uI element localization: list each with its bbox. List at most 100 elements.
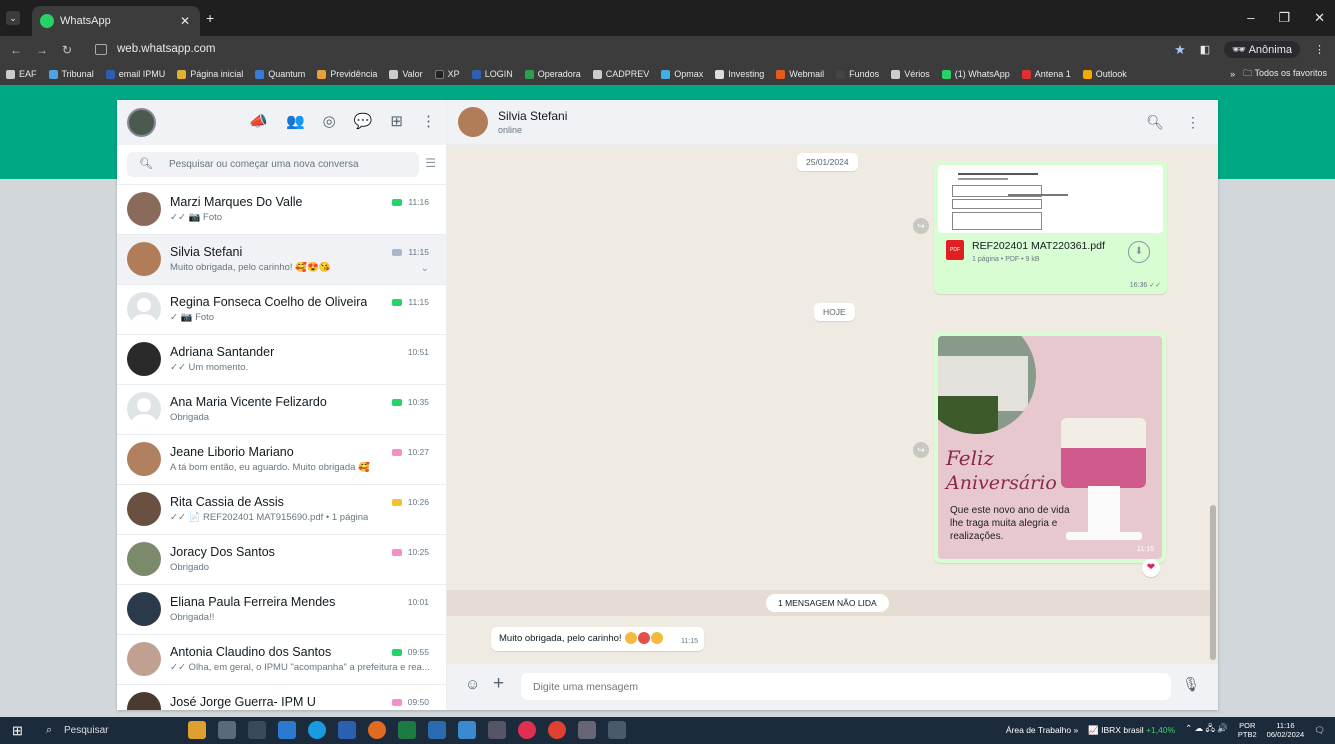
message-input[interactable] <box>521 673 1171 700</box>
forward-icon[interactable]: ↪ <box>913 442 929 458</box>
heart-reaction-icon[interactable]: ❤ <box>1142 559 1160 577</box>
clock[interactable]: 11:16 06/02/2024 <box>1267 721 1305 739</box>
back-icon[interactable]: ← <box>10 43 22 57</box>
conversation-header[interactable]: Silvia Stefani online 🔍︎ ⋮ <box>447 100 1218 145</box>
attach-icon[interactable]: + <box>493 673 504 695</box>
close-window-icon[interactable]: ✕ <box>1314 10 1325 26</box>
bookmark-item[interactable]: Operadora <box>524 69 581 79</box>
bookmark-item[interactable]: Antena 1 <box>1021 69 1071 79</box>
search-icon[interactable]: 🔍︎ <box>139 152 153 177</box>
bookmark-item[interactable]: Webmail <box>776 69 824 79</box>
bookmark-item[interactable]: Opmax <box>661 69 703 79</box>
bookmark-item[interactable]: Página inicial <box>177 69 243 79</box>
bookmark-item[interactable]: (1) WhatsApp <box>941 69 1010 79</box>
bookmark-item[interactable]: CADPREV <box>592 69 649 79</box>
new-chat-icon[interactable]: ⊞ <box>390 112 403 130</box>
app-icon[interactable] <box>278 721 296 739</box>
sidepanel-icon[interactable]: ◧ <box>1200 43 1210 56</box>
label-tag-icon <box>392 199 403 207</box>
bookmark-item[interactable]: Tribunal <box>48 69 94 79</box>
image-message[interactable]: Feliz Aniversário Que este novo ano de v… <box>934 332 1166 563</box>
language-indicator[interactable]: POR PTB2 <box>1238 721 1257 739</box>
filter-icon[interactable]: ☰ <box>425 156 436 170</box>
bookmark-item[interactable]: XP <box>434 69 460 79</box>
status-icon[interactable]: ◎ <box>323 112 336 130</box>
edge-icon[interactable] <box>308 721 326 739</box>
incognito-badge[interactable]: 🕶 Anônima <box>1224 41 1300 58</box>
all-favorites[interactable]: 🗀 Todos os favoritos <box>1243 66 1327 82</box>
new-channel-icon[interactable]: 💬 <box>354 112 373 130</box>
tab-search-icon[interactable]: ⌄ <box>6 11 20 25</box>
bookmark-item[interactable]: Fundos <box>836 69 879 79</box>
chat-list-item[interactable]: Silvia Stefani Muito obrigada, pelo carin… <box>117 235 446 285</box>
communities-icon[interactable]: 👥 <box>286 112 305 130</box>
chat-list-item[interactable]: Rita Cassia de Assis ✓✓ 📄 REF202401 MAT91… <box>117 485 446 535</box>
minimize-icon[interactable]: – <box>1247 10 1254 26</box>
taskbar-search-label: Pesquisar <box>64 725 109 736</box>
app-icon[interactable] <box>518 721 536 739</box>
menu-icon[interactable]: ⋮ <box>1186 114 1200 131</box>
chevron-down-icon[interactable]: ⌄ <box>421 263 429 274</box>
bookmark-item[interactable]: Investing <box>715 69 764 79</box>
scrollbar[interactable] <box>1210 505 1216 660</box>
bookmark-item[interactable]: LOGIN <box>471 69 513 79</box>
close-tab-icon[interactable]: ✕ <box>180 14 190 28</box>
emoji-icon[interactable]: ☺ <box>465 676 480 693</box>
firefox-icon[interactable] <box>368 721 386 739</box>
document-message[interactable]: PDF REF202401 MAT220361.pdf 1 página • P… <box>934 161 1167 294</box>
search-icon[interactable]: 🔍︎ <box>1146 114 1164 131</box>
calculator-icon[interactable] <box>218 721 236 739</box>
tray-icons[interactable]: ⌃ ☁ 🖧 🔊 <box>1185 723 1228 737</box>
bookmark-item[interactable]: EAF <box>6 69 37 79</box>
file-explorer-icon[interactable] <box>188 721 206 739</box>
chat-list-item[interactable]: Marzi Marques Do Valle ✓✓ 📷 Foto 11:16 <box>117 185 446 235</box>
chat-list-item[interactable]: Jeane Liborio Mariano A tá bom então, eu … <box>117 435 446 485</box>
more-bookmarks-icon[interactable]: » <box>1230 69 1235 79</box>
chat-list-item[interactable]: Regina Fonseca Coelho de Oliveira ✓ 📷 Fot… <box>117 285 446 335</box>
bookmark-item[interactable]: email IPMU <box>105 69 165 79</box>
menu-icon[interactable]: ⋮ <box>1314 43 1325 56</box>
stock-widget[interactable]: 📈 IBRX brasil +1,40% <box>1088 725 1175 736</box>
chrome-icon[interactable] <box>548 721 566 739</box>
forward-icon[interactable]: → <box>36 43 48 57</box>
bookmark-item[interactable]: Vérios <box>891 69 930 79</box>
url-field[interactable]: web.whatsapp.com <box>95 39 1165 60</box>
bookmark-star-icon[interactable]: ★ <box>1174 42 1186 58</box>
app-icon[interactable] <box>458 721 476 739</box>
download-button[interactable]: ⬇ <box>1128 241 1150 263</box>
chat-list-item[interactable]: Adriana Santander ✓✓ Um momento. 10:51 <box>117 335 446 385</box>
incoming-message[interactable]: Muito obrigada, pelo carinho! 11:15 <box>491 627 704 651</box>
chat-list-item[interactable]: José Jorge Guerra- IPM U✓✓ Então o melho… <box>117 685 446 710</box>
browser-tab[interactable]: WhatsApp ✕ <box>32 6 200 36</box>
search-input[interactable]: 🔍︎ Pesquisar ou começar uma nova convers… <box>127 152 419 177</box>
contact-avatar[interactable] <box>458 107 488 137</box>
desktop-toolbar[interactable]: Área de Trabalho » <box>1006 725 1078 735</box>
new-tab-button[interactable]: + <box>206 10 214 26</box>
channels-icon[interactable]: 📣 <box>249 112 268 130</box>
chat-list-item[interactable]: Ana Maria Vicente Felizardo Obrigada 10:35 <box>117 385 446 435</box>
taskbar-search[interactable]: ⌕ Pesquisar <box>38 719 188 742</box>
site-info-icon[interactable] <box>95 44 107 55</box>
bookmark-item[interactable]: Quantum <box>255 69 305 79</box>
task-view-icon[interactable] <box>248 721 266 739</box>
chat-list-item[interactable]: Antonia Claudino dos Santos ✓✓ Olha, em g… <box>117 635 446 685</box>
forward-icon[interactable]: ↪ <box>913 218 929 234</box>
chat-list-item[interactable]: Joracy Dos Santos Obrigado 10:25 <box>117 535 446 585</box>
app-icon[interactable] <box>608 721 626 739</box>
app-icon[interactable] <box>428 721 446 739</box>
windows-start-icon[interactable]: ⊞ <box>12 723 23 739</box>
chat-list-item[interactable]: Eliana Paula Ferreira Mendes Obrigada!! 10… <box>117 585 446 635</box>
excel-icon[interactable] <box>398 721 416 739</box>
app-icon[interactable] <box>578 721 596 739</box>
menu-icon[interactable]: ⋮ <box>421 112 436 130</box>
restore-icon[interactable]: ❐ <box>1278 10 1290 26</box>
notifications-icon[interactable]: 🗨 <box>1314 725 1325 736</box>
microphone-icon[interactable]: 🎙 <box>1182 676 1200 693</box>
profile-avatar[interactable] <box>127 108 156 137</box>
reload-icon[interactable]: ↻ <box>62 43 72 57</box>
word-icon[interactable] <box>338 721 356 739</box>
bookmark-item[interactable]: Outlook <box>1082 69 1127 79</box>
app-icon[interactable] <box>488 721 506 739</box>
bookmark-item[interactable]: Valor <box>389 69 423 79</box>
bookmark-item[interactable]: Previdência <box>317 69 377 79</box>
